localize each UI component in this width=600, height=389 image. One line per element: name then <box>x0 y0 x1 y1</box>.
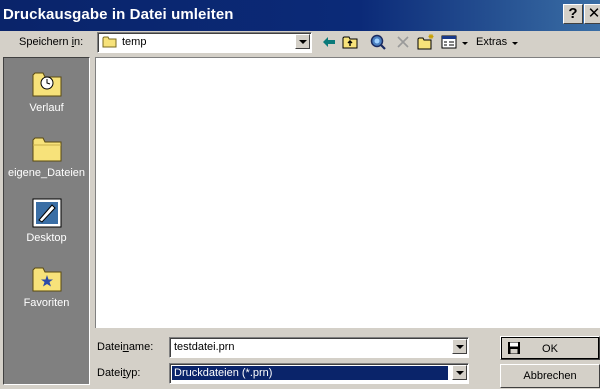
places-item-label: Verlauf <box>29 102 64 114</box>
chevron-down-icon[interactable] <box>452 339 467 354</box>
help-button[interactable]: ? <box>563 4 583 24</box>
title-bar[interactable]: Druckausgabe in Datei umleiten ? ✕ <box>0 0 600 31</box>
folder-icon <box>102 36 117 48</box>
up-folder-icon[interactable] <box>341 33 359 51</box>
filename-value: testdatei.prn <box>174 341 235 353</box>
filetype-value: Druckdateien (*.prn) <box>172 366 448 380</box>
search-web-icon[interactable] <box>369 33 387 51</box>
places-item-favorites[interactable]: Favoriten <box>4 261 89 319</box>
filetype-label: Dateityp: <box>97 367 141 379</box>
places-item-desktop[interactable]: Desktop <box>4 196 89 254</box>
places-item-my-documents[interactable]: eigene_Dateien <box>4 131 89 189</box>
close-button[interactable]: ✕ <box>584 4 600 24</box>
places-item-history[interactable]: Verlauf <box>4 66 89 124</box>
ok-button[interactable]: OK <box>500 336 600 360</box>
extras-menu[interactable]: Extras <box>476 36 507 48</box>
views-dropdown-icon[interactable] <box>462 42 468 45</box>
places-bar: Verlauf eigene_Dateien Desktop Favoriten <box>3 57 90 385</box>
places-item-label: eigene_Dateien <box>7 167 86 179</box>
places-item-label: Desktop <box>26 232 67 244</box>
desktop-icon <box>32 198 62 228</box>
history-folder-icon <box>32 72 62 97</box>
save-in-dropdown[interactable]: temp <box>97 32 312 53</box>
favorites-icon <box>32 267 62 292</box>
back-icon[interactable] <box>320 33 338 51</box>
cancel-button[interactable]: Abbrechen <box>500 364 600 388</box>
extras-dropdown-icon[interactable] <box>512 42 518 45</box>
save-in-label: Speichern in: <box>19 36 84 48</box>
chevron-down-icon[interactable] <box>295 34 310 49</box>
my-documents-icon <box>32 137 62 162</box>
places-item-label: Favoriten <box>23 297 70 309</box>
chevron-down-icon[interactable] <box>452 365 467 380</box>
filename-label: Dateiname: <box>97 341 154 353</box>
close-icon: ✕ <box>587 5 600 22</box>
window-title: Druckausgabe in Datei umleiten <box>3 6 234 23</box>
save-print-dialog: Druckausgabe in Datei umleiten ? ✕ Speic… <box>0 0 600 389</box>
file-list[interactable] <box>95 57 600 328</box>
filetype-dropdown[interactable]: Druckdateien (*.prn) <box>169 363 469 384</box>
help-icon: ? <box>568 5 578 22</box>
filename-field[interactable]: testdatei.prn <box>169 337 469 358</box>
save-in-value: temp <box>122 36 147 48</box>
new-folder-icon[interactable] <box>417 33 435 51</box>
delete-icon[interactable] <box>394 33 412 51</box>
views-icon[interactable] <box>440 33 458 51</box>
